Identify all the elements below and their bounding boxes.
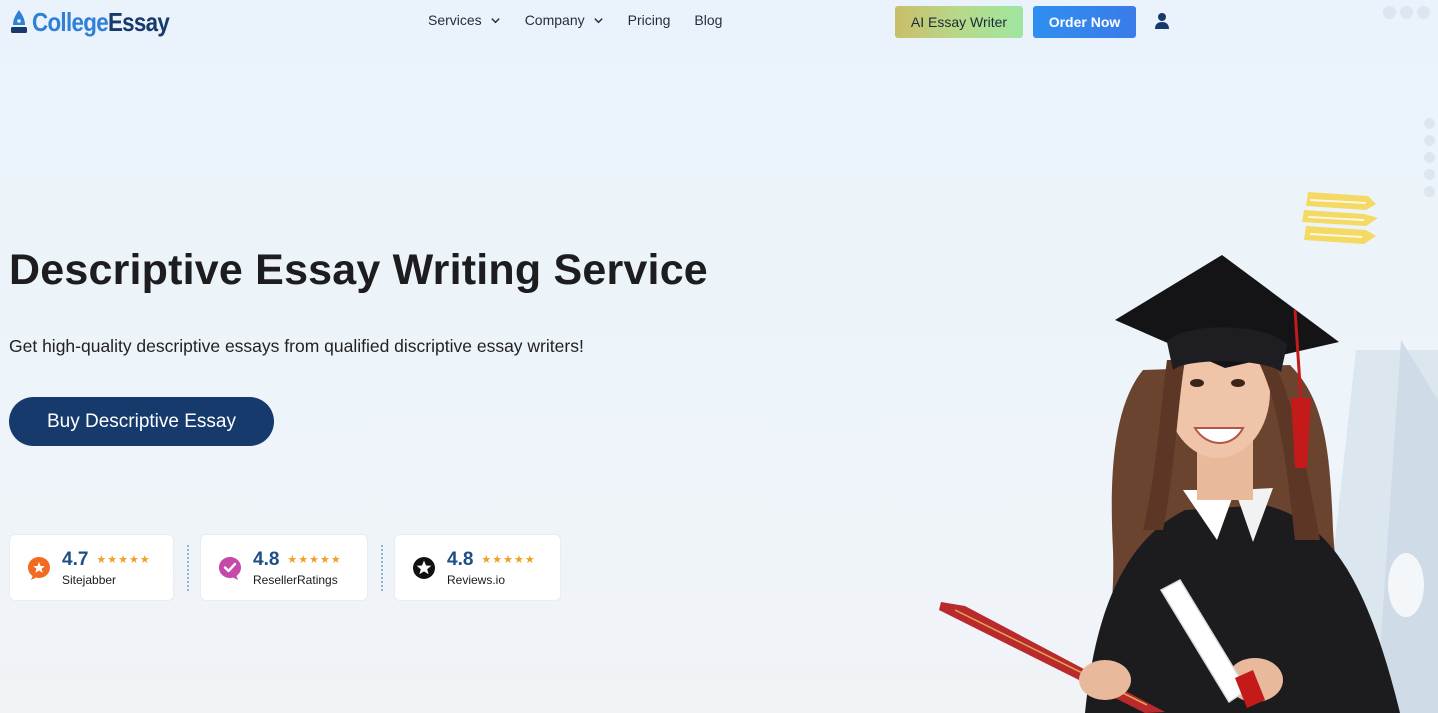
pen-nib-icon xyxy=(11,10,27,33)
star-rating-icon: ★★★★★ xyxy=(481,554,536,566)
logo-text-essay: Essay xyxy=(107,6,170,37)
rating-info: 4.7 ★★★★★ Sitejabber xyxy=(62,549,151,587)
nav-company[interactable]: Company xyxy=(525,12,604,28)
nav-services[interactable]: Services xyxy=(428,12,501,28)
order-now-button[interactable]: Order Now xyxy=(1033,6,1136,38)
hero-subtitle: Get high-quality descriptive essays from… xyxy=(9,336,584,356)
rating-top: 4.7 ★★★★★ xyxy=(62,549,151,571)
nav-services-label: Services xyxy=(428,12,482,28)
rating-info: 4.8 ★★★★★ Reviews.io xyxy=(447,549,536,587)
nav-blog[interactable]: Blog xyxy=(694,12,722,28)
site-header: CollegeEssay Services Company Pricing Bl… xyxy=(0,0,1438,44)
chevron-down-icon xyxy=(491,17,500,23)
rating-top: 4.8 ★★★★★ xyxy=(447,549,536,571)
rating-top: 4.8 ★★★★★ xyxy=(253,549,342,571)
chevron-down-icon xyxy=(593,17,603,23)
nav-company-label: Company xyxy=(524,12,585,28)
star-rating-icon: ★★★★★ xyxy=(96,554,151,566)
college-essay-logo[interactable]: CollegeEssay xyxy=(10,6,192,38)
rating-source-name: ResellerRatings xyxy=(253,572,338,587)
buy-descriptive-essay-button[interactable]: Buy Descriptive Essay xyxy=(9,397,274,446)
rating-source-name: Reviews.io xyxy=(447,572,506,587)
rating-divider xyxy=(187,545,189,591)
logo-text-college: College xyxy=(32,6,109,37)
rating-score: 4.7 xyxy=(62,548,89,570)
reviews-io-icon xyxy=(413,556,435,579)
star-rating-icon: ★★★★★ xyxy=(287,554,342,566)
main-nav: Services Company Pricing Blog xyxy=(428,12,722,28)
ai-essay-writer-button[interactable]: AI Essay Writer xyxy=(895,6,1023,38)
decorative-dots-side xyxy=(1424,118,1435,197)
rating-card-resellerratings[interactable]: 4.8 ★★★★★ ResellerRatings xyxy=(200,534,368,601)
page-title: Descriptive Essay Writing Service xyxy=(9,246,708,294)
rating-divider xyxy=(381,545,383,591)
books-stack-icon xyxy=(1302,192,1378,244)
resellerratings-icon xyxy=(219,556,241,580)
rating-info: 4.8 ★★★★★ ResellerRatings xyxy=(253,549,342,587)
graduate-student-image xyxy=(939,255,1400,713)
decorative-dots-top xyxy=(1383,6,1430,19)
nav-pricing[interactable]: Pricing xyxy=(628,12,671,28)
rating-score: 4.8 xyxy=(447,548,474,570)
sitejabber-icon xyxy=(28,556,50,580)
nav-pricing-label: Pricing xyxy=(627,12,671,28)
user-account-icon[interactable] xyxy=(1154,12,1170,30)
rating-score: 4.8 xyxy=(253,548,280,570)
rating-card-reviews-io[interactable]: 4.8 ★★★★★ Reviews.io xyxy=(394,534,561,601)
rating-source-name: Sitejabber xyxy=(62,572,117,587)
nav-blog-label: Blog xyxy=(694,12,723,28)
rating-card-sitejabber[interactable]: 4.7 ★★★★★ Sitejabber xyxy=(9,534,174,601)
logo-text: CollegeEssay xyxy=(32,6,170,38)
